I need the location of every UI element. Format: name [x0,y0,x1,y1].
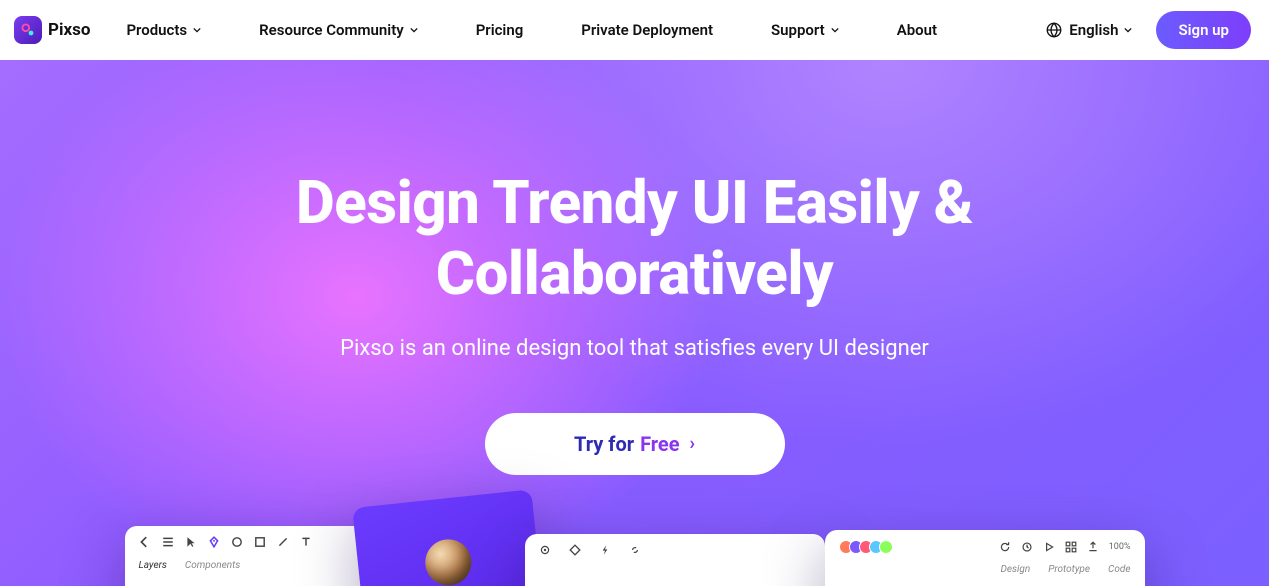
brand-name: Pixso [48,20,90,40]
mockup-mid-panel: UI Designer [525,534,825,586]
nav-resource-community[interactable]: Resource Community [259,21,418,39]
hero-title-line2: Collaboratively [436,238,833,309]
history-icon [1021,541,1033,553]
chevron-down-icon [410,26,418,34]
nav-pricing[interactable]: Pricing [476,21,524,39]
tab-design: Design [1001,564,1031,575]
chevron-right-icon: › [690,433,695,454]
grid-icon [1065,541,1077,553]
nav-support[interactable]: Support [771,21,839,39]
collaborator-avatars [839,540,893,554]
logo-icon [14,16,42,44]
tab-layers: Layers [139,560,167,571]
bolt-icon [599,544,611,556]
avatar [879,540,893,554]
square-icon [254,536,266,548]
hero-section: Design Trendy UI Easily & Collaborativel… [0,60,1269,586]
top-nav: Pixso Products Resource Community Pricin… [0,0,1269,60]
menu-icon [162,536,174,548]
nav-label: Support [771,21,825,39]
cursor-icon [185,536,197,548]
sphere-graphic [423,537,474,586]
chevron-left-icon [139,536,151,548]
component-icon [569,544,581,556]
tab-prototype: Prototype [1048,564,1090,575]
chevron-down-icon [193,26,201,34]
cta-text-1: Try for [574,432,634,456]
mockup-left-panel: Layers Components [125,526,385,586]
mockup-left-toolbar [139,536,371,548]
mockup-right-panel: 100% Design Prototype Code [825,530,1145,586]
nav-right: English Sign up [1045,11,1251,49]
tab-components: Components [185,560,240,571]
chevron-down-icon [831,26,839,34]
nav-products[interactable]: Products [126,21,201,39]
play-icon [1043,541,1055,553]
mockup-right-tabs: Design Prototype Code [839,564,1131,575]
nav-label: Resource Community [259,21,404,39]
cta-text-2: Free [640,432,679,456]
nav-label: Private Deployment [581,21,713,39]
mockup-left-tabs: Layers Components [139,560,371,571]
globe-icon [1045,21,1063,39]
nav-label: Products [126,21,187,39]
avatar [859,540,873,554]
avatar [869,540,883,554]
nav-private-deployment[interactable]: Private Deployment [581,21,713,39]
mockup-right-toolbar: 100% [999,541,1131,553]
mockup-preview: Layers Components UI Designer [125,466,1145,586]
link-icon [629,544,641,556]
pen-icon [208,536,220,548]
zoom-level: 100% [1109,542,1131,552]
signup-label: Sign up [1178,21,1229,39]
chevron-down-icon [1124,26,1132,34]
nav-items: Products Resource Community Pricing Priv… [126,21,937,39]
target-icon [539,544,551,556]
language-label: English [1069,21,1118,39]
nav-label: About [897,21,937,39]
brand-logo[interactable]: Pixso [14,16,90,44]
mockup-mid-toolbar [539,544,811,556]
tab-code: Code [1108,564,1130,575]
text-icon [300,536,312,548]
language-selector[interactable]: English [1045,21,1132,39]
hero-subtitle: Pixso is an online design tool that sati… [0,336,1269,361]
hero-title: Design Trendy UI Easily & Collaborativel… [0,60,1269,310]
refresh-icon [999,541,1011,553]
nav-label: Pricing [476,21,524,39]
mockup-center-card [352,489,544,586]
export-icon [1087,541,1099,553]
circle-icon [231,536,243,548]
nav-about[interactable]: About [897,21,937,39]
line-icon [277,536,289,548]
try-for-free-button[interactable]: Try for Free › [485,413,785,475]
avatar [839,540,853,554]
avatar [849,540,863,554]
play-icon [968,575,978,586]
hero-title-line1: Design Trendy UI Easily & [296,167,973,238]
signup-button[interactable]: Sign up [1156,11,1251,49]
